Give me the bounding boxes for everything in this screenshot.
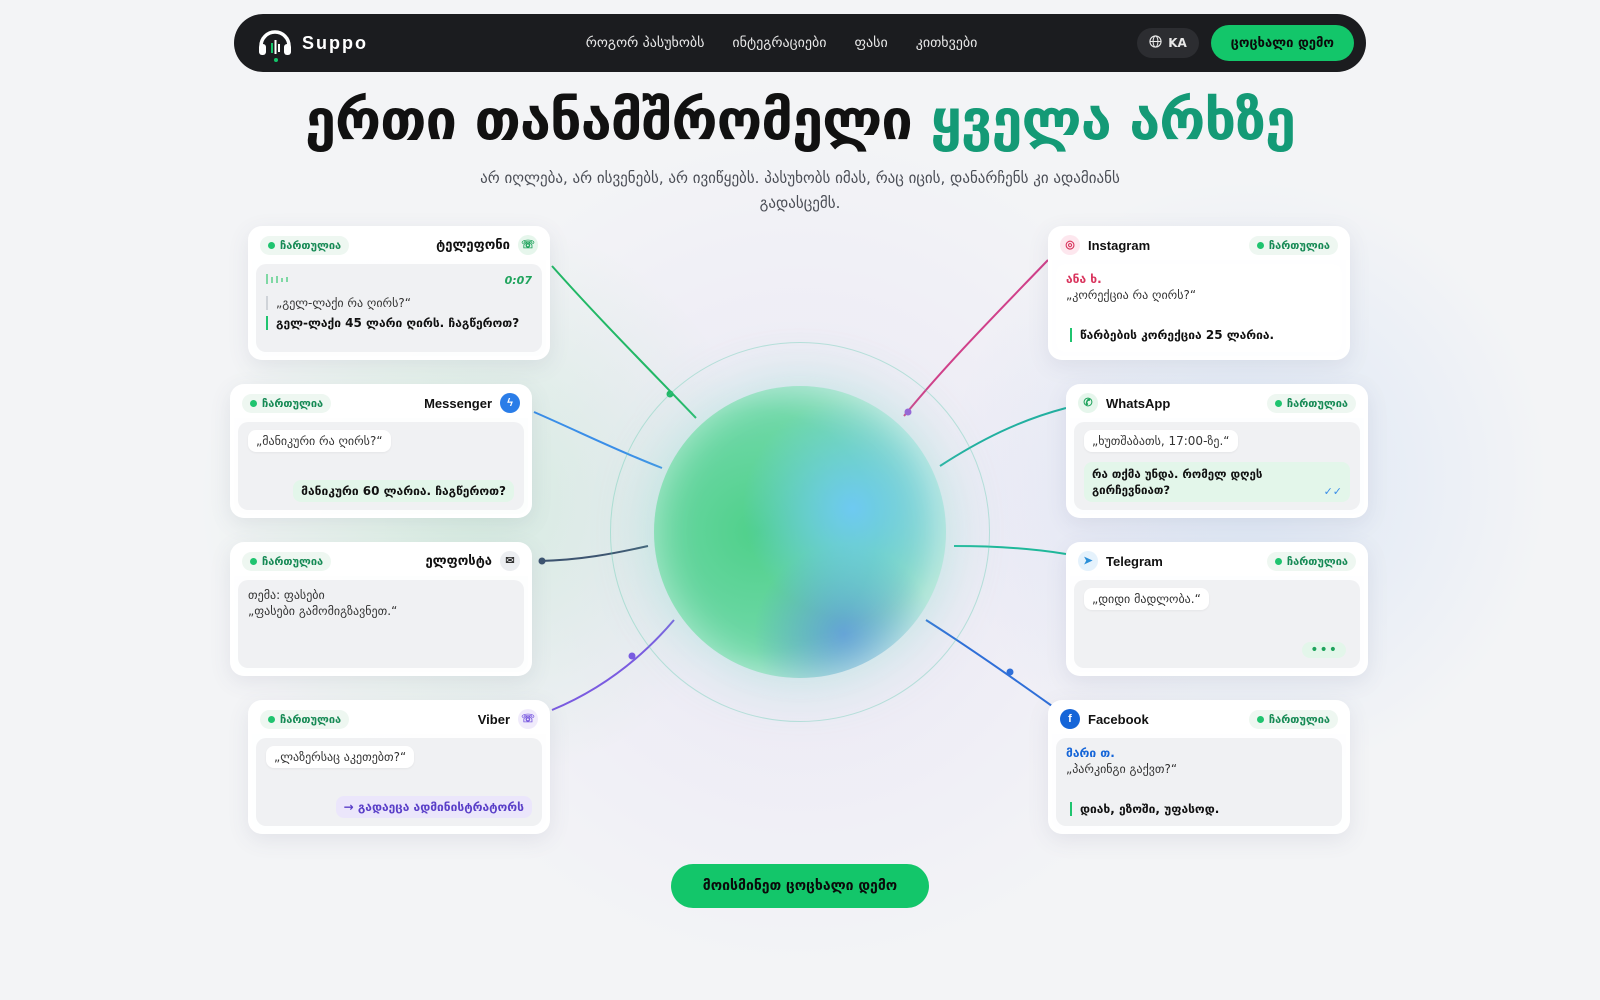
- channel-name: Instagram: [1088, 237, 1151, 253]
- channel-card-instagram: ◎ Instagram ჩართულია ანა ხ. „კორექცია რა…: [1048, 226, 1350, 360]
- hero-title-main: ერთი თანამშრომელი: [304, 88, 913, 153]
- channel-card-phone: ჩართულია ტელეფონი ☏ 0:07 „გელ-ლაქი რა ღი…: [248, 226, 550, 360]
- headset-logo-icon: [256, 24, 294, 62]
- live-demo-button[interactable]: ცოცხალი დემო: [1210, 25, 1354, 61]
- customer-question: „ფასები გამომიგზავნეთ.“: [248, 604, 398, 618]
- messenger-icon: ϟ: [500, 393, 520, 413]
- mail-icon: ✉: [500, 551, 520, 571]
- status-dot: [250, 557, 257, 565]
- customer-question: „დიდი მადლობა.“: [1084, 588, 1209, 610]
- brand-name: Suppo: [302, 32, 368, 53]
- audio-wave-icon: [266, 273, 290, 288]
- agent-answer: წარბების კორექცია 25 ლარია.: [1070, 328, 1274, 342]
- handoff-label: გადაეცა ადმინისტრატორს: [357, 800, 524, 814]
- status-badge: ჩართულია: [1248, 709, 1338, 729]
- brand-logo[interactable]: Suppo: [256, 24, 516, 62]
- status-badge: ჩართულია: [1266, 551, 1356, 571]
- customer-question: „პარკინგი გაქვთ?“: [1066, 762, 1178, 776]
- nav-link-how-it-answers[interactable]: როგორ პასუხობს: [586, 35, 705, 51]
- customer-name: მარი თ.: [1066, 746, 1115, 760]
- listen-live-demo-button[interactable]: მოისმინეთ ცოცხალი დემო: [671, 864, 929, 908]
- status-badge: ჩართულია: [260, 235, 350, 255]
- channel-card-whatsapp: ✆ WhatsApp ჩართულია „ხუთშაბათს, 17:00-ზე…: [1066, 384, 1368, 518]
- customer-question: „ლაზერსაც აკეთებთ?“: [266, 746, 415, 768]
- typing-indicator-icon: •••: [1302, 642, 1346, 658]
- agent-answer: გელ-ლაქი 45 ლარი ღირს. ჩაგწეროთ?: [266, 316, 532, 330]
- arrow-right-icon: →: [343, 800, 354, 814]
- status-badge: ჩართულია: [242, 551, 332, 571]
- channel-name: Viber: [477, 711, 510, 727]
- hero-title: ერთი თანამშრომელი ყველა არხზე: [0, 88, 1600, 153]
- hero-subtitle: არ იღლება, არ ისვენებს, არ ივიწყებს. პას…: [480, 169, 1120, 212]
- channel-name: WhatsApp: [1106, 395, 1171, 411]
- status-dot: [268, 715, 275, 723]
- status-dot: [268, 241, 275, 249]
- phone-icon: ☏: [518, 235, 538, 255]
- status-dot: [1256, 241, 1264, 249]
- channel-card-viber: ჩართულია Viber ☏ „ლაზერსაც აკეთებთ?“ → გ…: [248, 700, 550, 834]
- channel-name: Messenger: [424, 395, 492, 411]
- email-subject: თემა: ფასები: [248, 588, 325, 602]
- status-badge: ჩართულია: [1248, 235, 1338, 255]
- channel-name: ტელეფონი: [436, 237, 510, 253]
- agent-answer: რა თქმა უნდა. რომელ დღეს გირჩევნიათ?: [1092, 467, 1263, 497]
- status-label: ჩართულია: [262, 554, 324, 568]
- status-badge: ჩართულია: [260, 709, 350, 729]
- agent-answer: მანიკური 60 ლარია. ჩაგწეროთ?: [293, 480, 514, 502]
- status-label: ჩართულია: [1268, 238, 1330, 252]
- status-label: ჩართულია: [262, 396, 324, 410]
- status-label: ჩართულია: [280, 712, 342, 726]
- channel-card-messenger: ჩართულია Messenger ϟ „მანიკური რა ღირს?“…: [230, 384, 532, 518]
- agent-answer: დიახ, ეზოში, უფასოდ.: [1070, 802, 1219, 816]
- status-dot: [250, 399, 257, 407]
- status-label: ჩართულია: [1286, 396, 1348, 410]
- status-dot: [1274, 557, 1282, 565]
- channel-name: Facebook: [1088, 711, 1149, 727]
- nav-link-pricing[interactable]: ფასი: [854, 35, 887, 51]
- language-code: KA: [1168, 36, 1187, 50]
- handoff-badge: → გადაეცა ადმინისტრატორს: [335, 796, 532, 818]
- nav-links: როგორ პასუხობს ინტეგრაციები ფასი კითხვებ…: [516, 35, 1137, 51]
- facebook-icon: f: [1060, 709, 1080, 729]
- whatsapp-icon: ✆: [1078, 393, 1098, 413]
- customer-name: ანა ხ.: [1066, 272, 1102, 286]
- customer-question: „ხუთშაბათს, 17:00-ზე.“: [1084, 430, 1238, 452]
- top-navbar: Suppo როგორ პასუხობს ინტეგრაციები ფასი კ…: [234, 14, 1366, 72]
- status-label: ჩართულია: [1268, 712, 1330, 726]
- status-label: ჩართულია: [280, 238, 342, 252]
- status-badge: ჩართულია: [1266, 393, 1356, 413]
- call-timer: 0:07: [504, 273, 532, 287]
- nav-link-integrations[interactable]: ინტეგრაციები: [732, 35, 826, 51]
- channel-name: Telegram: [1106, 553, 1163, 569]
- instagram-icon: ◎: [1060, 235, 1080, 255]
- customer-question: „მანიკური რა ღირს?“: [248, 430, 391, 452]
- channel-name: ელფოსტა: [425, 553, 492, 569]
- customer-question: „კორექცია რა ღირს?“: [1066, 288, 1197, 302]
- language-switcher[interactable]: KA: [1137, 28, 1199, 58]
- status-dot: [1274, 399, 1282, 407]
- hero-title-accent: ყველა არხზე: [930, 88, 1296, 153]
- ai-agent-orb: [654, 386, 946, 678]
- telegram-icon: ➤: [1078, 551, 1098, 571]
- channel-card-telegram: ➤ Telegram ჩართულია „დიდი მადლობა.“ •••: [1066, 542, 1368, 676]
- status-badge: ჩართულია: [242, 393, 332, 413]
- nav-link-faq[interactable]: კითხვები: [916, 35, 978, 51]
- viber-icon: ☏: [518, 709, 538, 729]
- channel-card-email: ჩართულია ელფოსტა ✉ თემა: ფასები „ფასები …: [230, 542, 532, 676]
- globe-icon: [1149, 35, 1162, 51]
- customer-question: „გელ-ლაქი რა ღირს?“: [266, 296, 532, 310]
- agent-answer-bubble: რა თქმა უნდა. რომელ დღეს გირჩევნიათ? ✓✓: [1084, 462, 1350, 502]
- channel-card-facebook: f Facebook ჩართულია მარი თ. „პარკინგი გა…: [1048, 700, 1350, 834]
- double-check-icon: ✓✓: [1323, 485, 1342, 498]
- status-label: ჩართულია: [1286, 554, 1348, 568]
- status-dot: [1256, 715, 1264, 723]
